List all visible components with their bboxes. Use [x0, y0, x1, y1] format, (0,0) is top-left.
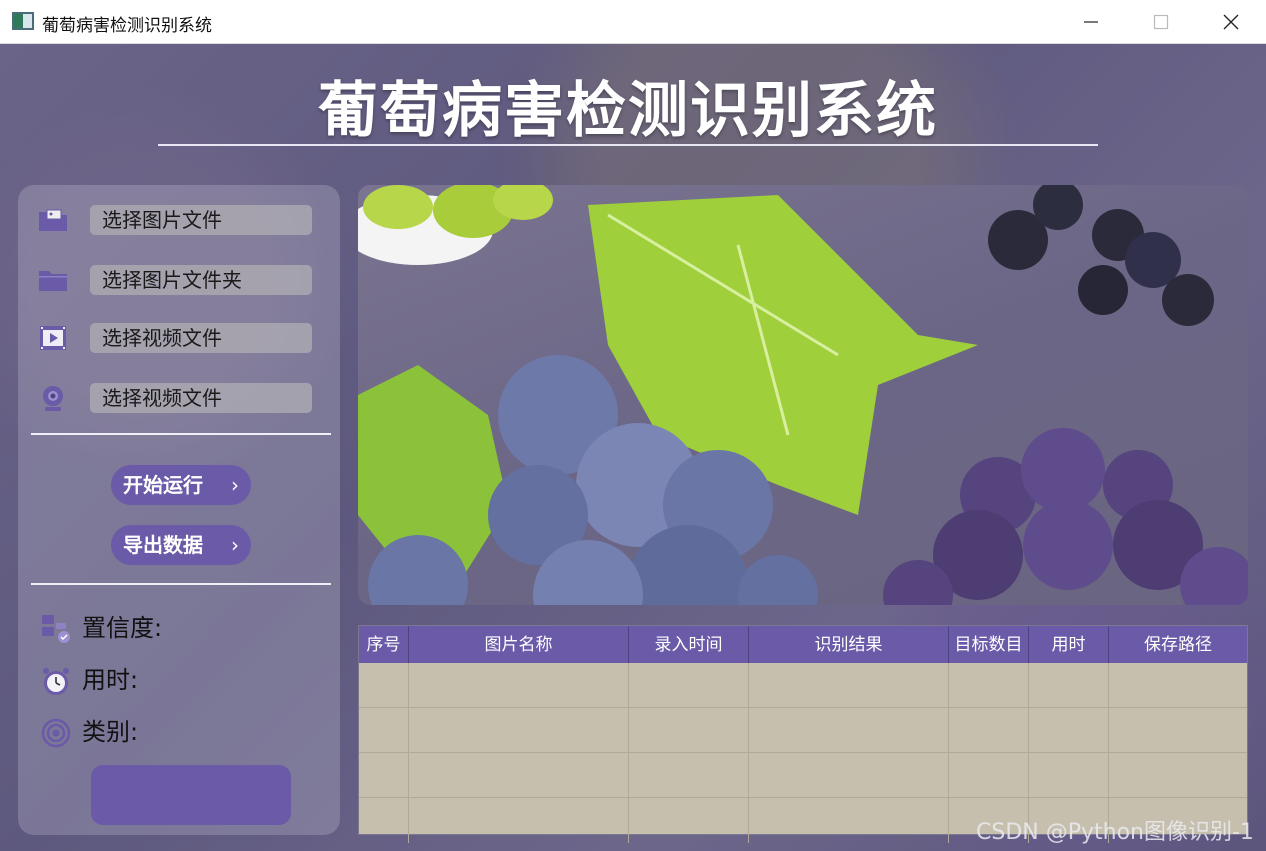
close-icon [1223, 14, 1239, 30]
select-image-folder-button[interactable]: 选择图片文件夹 [90, 265, 312, 295]
minimize-icon [1084, 21, 1098, 23]
select-image-folder[interactable]: 选择图片文件夹 [38, 265, 314, 297]
column-header[interactable]: 序号 [359, 626, 409, 663]
panel-divider [31, 433, 331, 435]
export-data-label: 导出数据 [123, 533, 203, 557]
image-folder-icon [38, 207, 68, 233]
window-titlebar: 葡萄病害检测识别系统 [0, 0, 1266, 44]
app-icon [12, 12, 34, 30]
category-label: 类别: [82, 718, 139, 746]
result-display-box [91, 765, 291, 825]
table-row[interactable] [359, 708, 1247, 753]
select-image-file[interactable]: 选择图片文件 [38, 205, 314, 237]
column-header[interactable]: 目标数目 [949, 626, 1029, 663]
table-cell [629, 708, 749, 753]
time-label: 用时: [82, 666, 139, 694]
watermark: CSDN @Python图像识别-1 [976, 820, 1254, 845]
main-area: 葡萄病害检测识别系统 选择图片文件 选择图片文件夹 选择视频文件 选择视频文件 … [0, 44, 1266, 851]
export-data-button[interactable]: 导出数据 › [111, 525, 251, 565]
folder-icon [38, 267, 68, 293]
page-title: 葡萄病害检测识别系统 [318, 76, 938, 146]
table-cell [749, 663, 949, 708]
start-run-label: 开始运行 [123, 473, 203, 497]
table-cell [1029, 753, 1109, 798]
table-cell [629, 798, 749, 843]
table-cell [949, 753, 1029, 798]
table-cell [1109, 753, 1247, 798]
table-cell [409, 798, 629, 843]
column-header[interactable]: 识别结果 [749, 626, 949, 663]
table-header: 序号 图片名称 录入时间 识别结果 目标数目 用时 保存路径 [359, 626, 1247, 663]
title-divider [158, 144, 1098, 146]
table-cell [949, 663, 1029, 708]
table-cell [749, 798, 949, 843]
image-display-area [358, 185, 1248, 605]
table-cell [629, 753, 749, 798]
table-cell [749, 753, 949, 798]
table-cell [409, 708, 629, 753]
table-cell [1109, 663, 1247, 708]
column-header[interactable]: 保存路径 [1109, 626, 1247, 663]
select-video-file[interactable]: 选择视频文件 [38, 323, 314, 355]
panel-divider [31, 583, 331, 585]
select-image-file-button[interactable]: 选择图片文件 [90, 205, 312, 235]
close-button[interactable] [1196, 0, 1266, 44]
table-cell [1029, 663, 1109, 708]
maximize-button[interactable] [1126, 0, 1196, 44]
table-cell [749, 708, 949, 753]
select-camera-button[interactable]: 选择视频文件 [90, 383, 312, 413]
table-row[interactable] [359, 663, 1247, 708]
select-camera[interactable]: 选择视频文件 [38, 383, 314, 415]
column-header[interactable]: 图片名称 [409, 626, 629, 663]
minimize-button[interactable] [1056, 0, 1126, 44]
table-cell [359, 753, 409, 798]
table-cell [1029, 708, 1109, 753]
webcam-icon [38, 385, 68, 411]
table-row[interactable] [359, 753, 1247, 798]
table-cell [359, 663, 409, 708]
grape-illustration [358, 185, 1248, 605]
chevron-right-icon: › [231, 533, 239, 557]
start-run-button[interactable]: 开始运行 › [111, 465, 251, 505]
table-cell [1109, 708, 1247, 753]
select-video-file-button[interactable]: 选择视频文件 [90, 323, 312, 353]
column-header[interactable]: 录入时间 [629, 626, 749, 663]
table-cell [409, 753, 629, 798]
table-cell [629, 663, 749, 708]
table-cell [949, 708, 1029, 753]
window-title: 葡萄病害检测识别系统 [42, 16, 212, 36]
video-file-icon [38, 325, 68, 351]
results-table: 序号 图片名称 录入时间 识别结果 目标数目 用时 保存路径 [358, 625, 1248, 843]
confidence-label: 置信度: [82, 614, 163, 642]
table-cell [359, 708, 409, 753]
maximize-icon [1153, 14, 1169, 30]
table-cell [359, 798, 409, 843]
chevron-right-icon: › [231, 473, 239, 497]
table-cell [409, 663, 629, 708]
column-header[interactable]: 用时 [1029, 626, 1109, 663]
alarm-clock-icon [40, 665, 72, 697]
confidence-icon [40, 613, 72, 645]
target-icon [40, 717, 72, 749]
control-panel: 选择图片文件 选择图片文件夹 选择视频文件 选择视频文件 开始运行 › 导出数据… [18, 185, 340, 835]
